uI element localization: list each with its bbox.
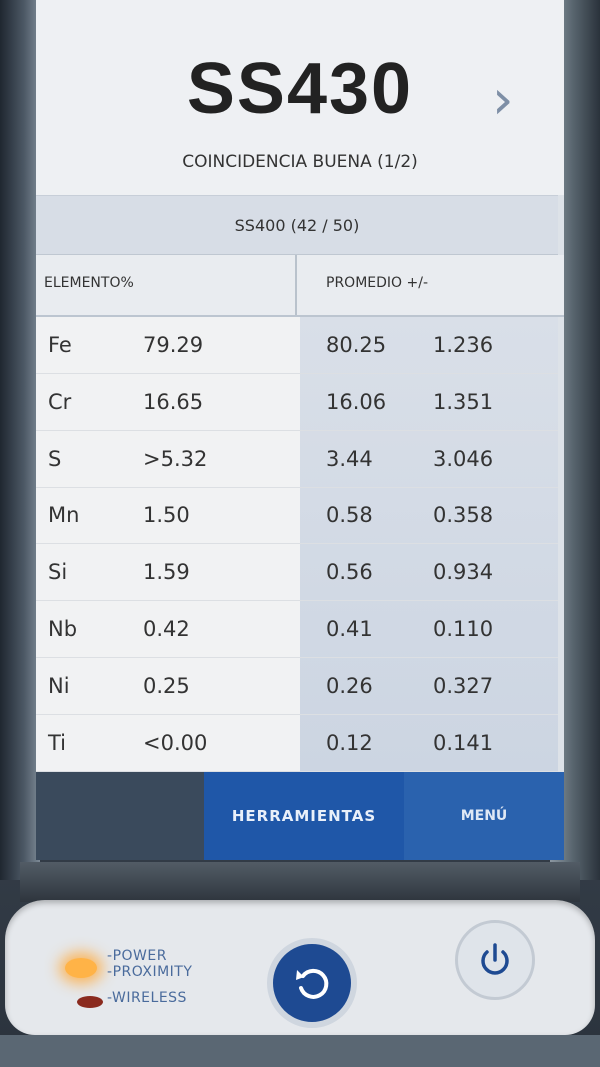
- average-cell: 16.06: [326, 389, 387, 414]
- error-cell: 3.046: [433, 446, 494, 471]
- table-row: Ti <0.00 0.12 0.141: [36, 715, 558, 772]
- element-cell: Mn: [48, 503, 80, 528]
- device-bezel-left: [0, 0, 40, 880]
- error-cell: 1.351: [433, 389, 494, 414]
- power-led-icon: [65, 958, 97, 978]
- error-cell: 0.934: [433, 560, 494, 585]
- header-divider: [295, 255, 297, 315]
- percent-cell: 1.50: [143, 503, 190, 528]
- percent-cell: 0.42: [143, 617, 190, 641]
- error-cell: 1.236: [433, 333, 494, 357]
- tools-button[interactable]: HERRAMIENTAS: [204, 772, 404, 860]
- table-header: ELEMENTO% PROMEDIO +/-: [36, 255, 564, 317]
- toolbar-empty-slot: [36, 772, 204, 860]
- power-icon: [481, 943, 509, 975]
- alternate-match-label: SS400 (42 / 50): [234, 215, 360, 235]
- menu-button-label: MENÚ: [460, 808, 508, 824]
- bottom-toolbar: HERRAMIENTAS MENÚ: [36, 772, 564, 860]
- next-match-chevron-icon[interactable]: ›: [492, 68, 514, 131]
- error-cell: 0.141: [433, 730, 494, 755]
- element-cell: Ti: [48, 730, 67, 755]
- analyzer-device: SS430 › COINCIDENCIA BUENA (1/2) SS400 (…: [0, 0, 600, 1067]
- average-cell: 0.58: [326, 503, 373, 528]
- power-button[interactable]: [455, 920, 535, 1000]
- proximity-indicator-label: -PROXIMITY: [107, 964, 193, 980]
- error-cell: 0.358: [433, 503, 494, 528]
- element-column-header: ELEMENTO%: [44, 275, 134, 291]
- table-row: Cr 16.65 16.06 1.351: [36, 374, 558, 431]
- back-button[interactable]: [267, 938, 357, 1028]
- element-cell: S: [48, 446, 62, 471]
- alloy-grade-title: SS430: [186, 49, 414, 129]
- average-cell: 80.25: [326, 333, 387, 357]
- percent-cell: 16.65: [143, 389, 204, 414]
- table-row: Fe 79.29 80.25 1.236: [36, 317, 558, 374]
- element-cell: Si: [48, 560, 68, 585]
- screen-ledge: [20, 862, 580, 902]
- device-screen: SS430 › COINCIDENCIA BUENA (1/2) SS400 (…: [36, 0, 564, 860]
- table-row: S >5.32 3.44 3.046: [36, 431, 558, 488]
- element-cell: Ni: [48, 673, 70, 698]
- percent-cell: 1.59: [143, 560, 190, 585]
- tools-button-label: HERRAMIENTAS: [231, 807, 377, 825]
- table-row: Mn 1.50 0.58 0.358: [36, 487, 558, 545]
- average-cell: 3.44: [326, 446, 373, 471]
- match-quality-label: COINCIDENCIA BUENA (1/2): [182, 152, 418, 172]
- percent-cell: 0.25: [143, 673, 190, 698]
- average-cell: 0.41: [326, 617, 373, 641]
- device-base: [0, 1035, 600, 1067]
- average-cell: 0.26: [326, 673, 373, 698]
- wireless-indicator-label: -WIRELESS: [107, 990, 187, 1006]
- wireless-led-icon: [77, 996, 103, 1008]
- element-cell: Cr: [48, 389, 72, 414]
- menu-button[interactable]: MENÚ: [404, 772, 564, 860]
- average-cell: 0.56: [326, 560, 373, 585]
- table-row: Nb 0.42 0.41 0.110: [36, 601, 558, 658]
- error-cell: 0.327: [433, 673, 494, 698]
- power-indicator-label: -POWER: [107, 948, 167, 964]
- element-cell: Nb: [48, 617, 78, 641]
- alternate-match-bar[interactable]: SS400 (42 / 50): [36, 195, 558, 255]
- hardware-control-panel: -POWER -PROXIMITY -WIRELESS: [5, 900, 595, 1035]
- result-header: SS430 › COINCIDENCIA BUENA (1/2): [36, 0, 564, 195]
- element-cell: Fe: [48, 333, 72, 357]
- average-column-header: PROMEDIO +/-: [326, 275, 428, 291]
- error-cell: 0.110: [433, 617, 494, 641]
- composition-table: Fe 79.29 80.25 1.236 Cr 16.65 16.06 1.351 S >5.32…: [36, 317, 564, 772]
- table-row: Si 1.59 0.56 0.934: [36, 544, 558, 602]
- percent-cell: >5.32: [143, 446, 208, 471]
- percent-cell: 79.29: [143, 333, 204, 357]
- back-arrow-icon: [296, 968, 329, 999]
- table-row: Ni 0.25 0.26 0.327: [36, 658, 558, 715]
- average-cell: 0.12: [326, 730, 373, 755]
- percent-cell: <0.00: [143, 730, 208, 755]
